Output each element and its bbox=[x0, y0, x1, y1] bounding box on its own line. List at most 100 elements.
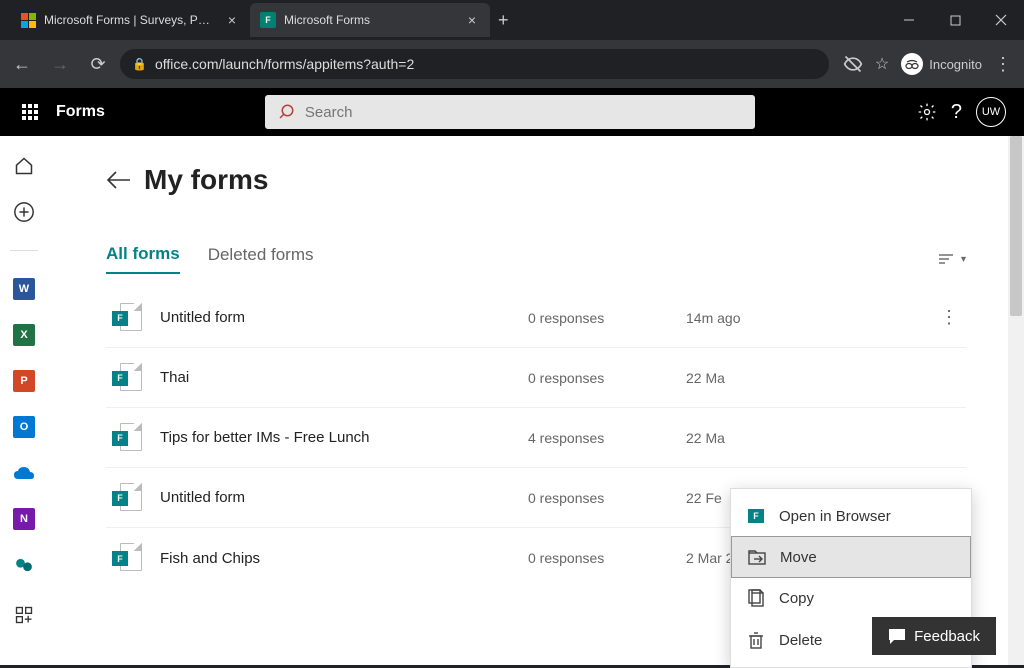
vertical-scrollbar[interactable] bbox=[1008, 136, 1024, 665]
word-icon: W bbox=[13, 278, 35, 300]
home-icon bbox=[14, 156, 34, 176]
move-icon bbox=[748, 548, 766, 566]
create-button[interactable] bbox=[12, 200, 36, 224]
tab-close-icon[interactable]: × bbox=[464, 12, 480, 28]
form-name: Tips for better IMs - Free Lunch bbox=[160, 429, 510, 446]
powerpoint-app-button[interactable]: P bbox=[12, 369, 36, 393]
gear-icon bbox=[917, 102, 937, 122]
menu-label: Open in Browser bbox=[779, 508, 891, 525]
form-name: Fish and Chips bbox=[160, 550, 510, 567]
search-icon bbox=[277, 103, 295, 121]
scrollbar-thumb[interactable] bbox=[1010, 136, 1022, 316]
form-date: 14m ago bbox=[686, 310, 836, 326]
tab-deleted-forms[interactable]: Deleted forms bbox=[208, 245, 314, 273]
word-app-button[interactable]: W bbox=[12, 277, 36, 301]
chevron-down-icon: ▾ bbox=[961, 254, 966, 265]
close-icon bbox=[995, 14, 1007, 26]
incognito-label: Incognito bbox=[929, 57, 982, 72]
form-name: Untitled form bbox=[160, 309, 510, 326]
apps-grid-icon bbox=[14, 605, 34, 625]
app-launcher-button[interactable] bbox=[10, 88, 50, 136]
menu-label: Delete bbox=[779, 632, 822, 649]
back-button[interactable]: ← bbox=[6, 48, 38, 80]
form-name: Untitled form bbox=[160, 489, 510, 506]
waffle-icon bbox=[22, 104, 38, 120]
menu-open-in-browser[interactable]: F Open in Browser bbox=[731, 495, 971, 537]
star-icon[interactable]: ☆ bbox=[875, 54, 889, 74]
reload-button[interactable]: ⟳ bbox=[82, 48, 114, 80]
minimize-icon bbox=[903, 14, 915, 26]
side-rail: W X P O N bbox=[0, 136, 48, 665]
sort-button[interactable]: ▾ bbox=[937, 252, 966, 266]
form-responses: 0 responses bbox=[528, 370, 668, 386]
browser-tabstrip: Microsoft Forms | Surveys, Polls, × F Mi… bbox=[0, 0, 1024, 40]
all-apps-button[interactable] bbox=[12, 603, 36, 627]
onenote-app-button[interactable]: N bbox=[12, 507, 36, 531]
outlook-icon: O bbox=[13, 416, 35, 438]
feedback-label: Feedback bbox=[914, 628, 980, 645]
avatar[interactable]: UW bbox=[976, 97, 1006, 127]
form-row[interactable]: F Tips for better IMs - Free Lunch 4 res… bbox=[106, 408, 966, 468]
onenote-icon: N bbox=[13, 508, 35, 530]
forms-favicon-icon: F bbox=[260, 12, 276, 28]
viewport: W X P O N My forms All forms Deleted for… bbox=[0, 136, 1024, 665]
form-file-icon: F bbox=[112, 543, 142, 573]
form-date: 22 Ma bbox=[686, 430, 836, 446]
excel-app-button[interactable]: X bbox=[12, 323, 36, 347]
plus-circle-icon bbox=[13, 201, 35, 223]
search-box[interactable] bbox=[265, 95, 755, 129]
menu-move[interactable]: Move bbox=[731, 536, 971, 578]
browser-menu-icon[interactable]: ⋮ bbox=[994, 54, 1012, 75]
form-file-icon: F bbox=[112, 303, 142, 333]
tab-close-icon[interactable]: × bbox=[224, 12, 240, 28]
lock-icon: 🔒 bbox=[132, 57, 147, 71]
home-button[interactable] bbox=[12, 154, 36, 178]
incognito-icon bbox=[901, 53, 923, 75]
close-window-button[interactable] bbox=[978, 0, 1024, 40]
settings-button[interactable] bbox=[917, 102, 937, 122]
help-button[interactable]: ? bbox=[951, 101, 962, 124]
rail-separator bbox=[10, 250, 38, 251]
menu-label: Copy bbox=[779, 590, 814, 607]
tab-all-forms[interactable]: All forms bbox=[106, 244, 180, 274]
url-input[interactable]: 🔒 office.com/launch/forms/appitems?auth=… bbox=[120, 49, 829, 79]
new-tab-button[interactable]: + bbox=[498, 10, 509, 31]
menu-label: Move bbox=[780, 549, 817, 566]
url-text: office.com/launch/forms/appitems?auth=2 bbox=[155, 56, 414, 72]
incognito-badge: Incognito bbox=[901, 53, 982, 75]
form-file-icon: F bbox=[112, 423, 142, 453]
powerpoint-icon: P bbox=[13, 370, 35, 392]
forward-button[interactable]: → bbox=[44, 48, 76, 80]
form-row[interactable]: F Untitled form 0 responses 14m ago ⋮ bbox=[106, 288, 966, 348]
window-controls bbox=[886, 0, 1024, 40]
onedrive-icon bbox=[13, 465, 35, 481]
form-responses: 0 responses bbox=[528, 550, 668, 566]
trash-icon bbox=[747, 631, 765, 649]
form-file-icon: F bbox=[112, 363, 142, 393]
copy-icon bbox=[747, 589, 765, 607]
maximize-button[interactable] bbox=[932, 0, 978, 40]
row-more-button[interactable]: ⋮ bbox=[940, 307, 958, 328]
form-row[interactable]: F Thai 0 responses 22 Ma bbox=[106, 348, 966, 408]
tabs-row: All forms Deleted forms ▾ bbox=[106, 244, 966, 274]
maximize-icon bbox=[950, 15, 961, 26]
menu-copy[interactable]: Copy bbox=[731, 577, 971, 619]
browser-tab-inactive[interactable]: Microsoft Forms | Surveys, Polls, × bbox=[10, 3, 250, 37]
minimize-button[interactable] bbox=[886, 0, 932, 40]
tab-title: Microsoft Forms bbox=[284, 13, 456, 27]
ms-logo-icon bbox=[20, 12, 36, 28]
search-input[interactable] bbox=[305, 104, 743, 121]
form-file-icon: F bbox=[112, 483, 142, 513]
onedrive-app-button[interactable] bbox=[12, 461, 36, 485]
back-arrow-button[interactable] bbox=[106, 170, 132, 190]
outlook-app-button[interactable]: O bbox=[12, 415, 36, 439]
app-header: Forms ? UW bbox=[0, 88, 1024, 136]
eye-off-icon[interactable] bbox=[843, 54, 863, 74]
browser-tab-active[interactable]: F Microsoft Forms × bbox=[250, 3, 490, 37]
more-app-button[interactable] bbox=[12, 553, 36, 577]
arrow-left-icon bbox=[106, 170, 132, 190]
chat-icon bbox=[888, 628, 906, 644]
feedback-button[interactable]: Feedback bbox=[872, 617, 996, 655]
form-responses: 4 responses bbox=[528, 430, 668, 446]
form-responses: 0 responses bbox=[528, 310, 668, 326]
